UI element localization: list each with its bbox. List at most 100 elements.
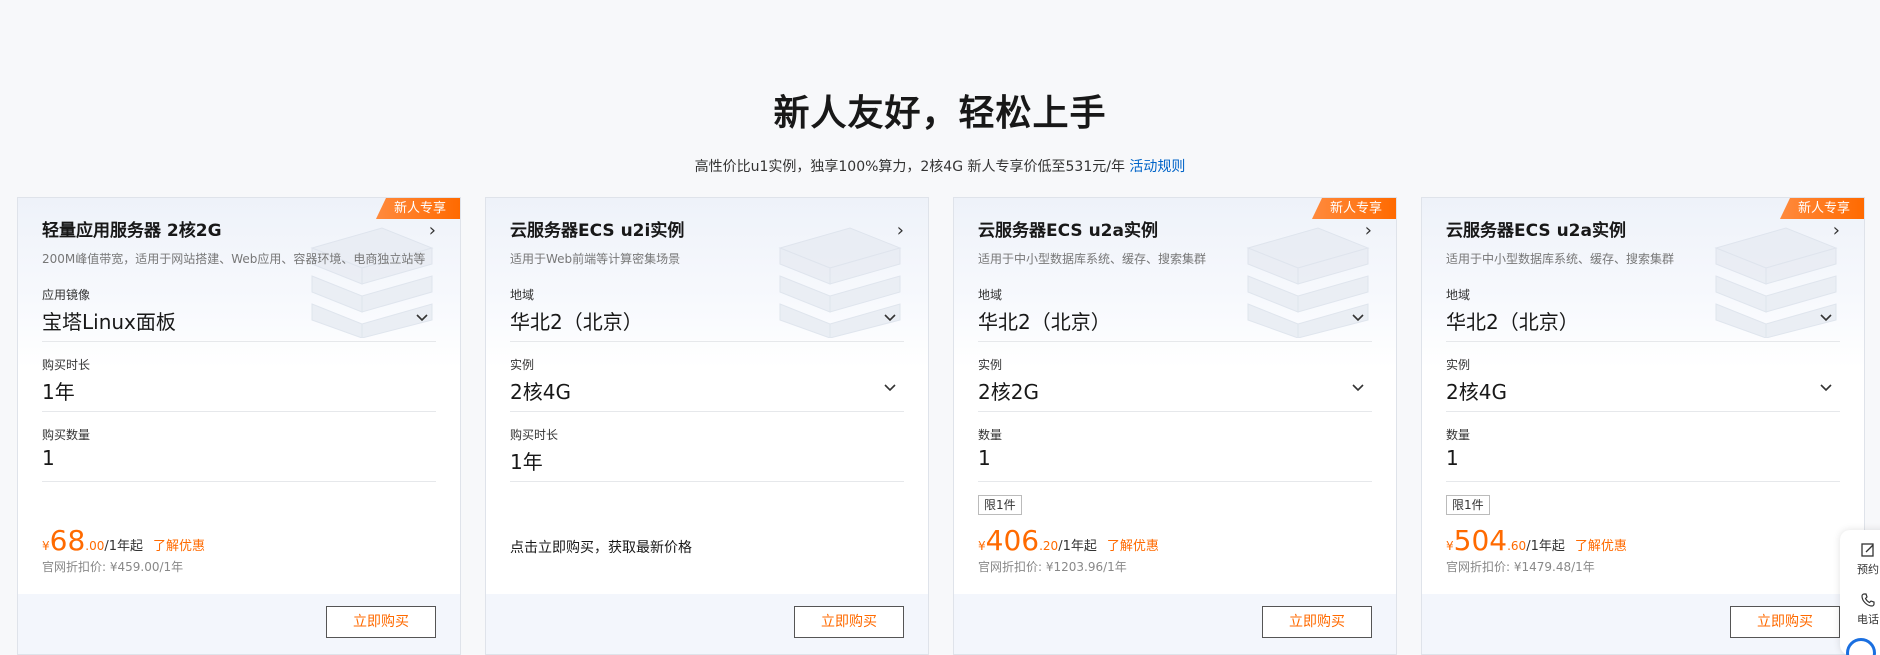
duration-field[interactable]: 购买时长 1年 bbox=[510, 426, 904, 482]
price-unit: /1年起 bbox=[104, 539, 144, 554]
region-select[interactable]: 地域 华北2（北京） bbox=[510, 286, 904, 342]
field-value: 宝塔Linux面板 bbox=[42, 310, 176, 334]
field-value: 1年 bbox=[42, 380, 75, 404]
side-contact-widget: 预约 电话 bbox=[1840, 530, 1880, 655]
instance-select[interactable]: 实例 2核4G bbox=[510, 356, 904, 412]
card-title: 轻量应用服务器 2核2G bbox=[42, 221, 222, 241]
page-subtitle: 高性价比u1实例，独享100%算力，2核4G 新人专享价低至531元/年 活动规… bbox=[0, 156, 1880, 176]
limit-tag: 限1件 bbox=[978, 495, 1022, 515]
chevron-down-icon bbox=[884, 314, 896, 322]
card-title-link[interactable]: 轻量应用服务器 2核2G › bbox=[42, 220, 436, 242]
price: ¥504.60/1年起 了解优惠 bbox=[1446, 524, 1627, 557]
price-currency: ¥ bbox=[42, 539, 50, 553]
price-integer: 68 bbox=[49, 524, 86, 557]
card-title-link[interactable]: 云服务器ECS u2a实例 › bbox=[1446, 220, 1840, 242]
new-user-badge: 新人专享 bbox=[1311, 198, 1396, 219]
price-decimal: .00 bbox=[85, 539, 105, 553]
subtitle-text: 高性价比u1实例，独享100%算力，2核4G 新人专享价低至531元/年 bbox=[694, 159, 1130, 175]
card-footer: 立即购买 bbox=[1422, 594, 1864, 654]
phone-button[interactable]: 电话 bbox=[1848, 592, 1880, 627]
field-label: 应用镜像 bbox=[42, 288, 91, 302]
original-price: 官网折扣价: ¥1479.48/1年 bbox=[1446, 560, 1595, 574]
buy-now-button[interactable]: 立即购买 bbox=[794, 606, 904, 638]
instance-select[interactable]: 实例 2核4G bbox=[1446, 356, 1840, 412]
chevron-down-icon bbox=[1820, 384, 1832, 392]
original-price: 官网折扣价: ¥459.00/1年 bbox=[42, 560, 184, 574]
field-value: 1 bbox=[978, 446, 991, 470]
field-label: 数量 bbox=[978, 428, 1003, 442]
activity-rules-link[interactable]: 活动规则 bbox=[1129, 159, 1185, 175]
field-value: 1年 bbox=[510, 450, 543, 474]
field-label: 实例 bbox=[1446, 358, 1471, 372]
card-description: 适用于中小型数据库系统、缓存、搜索集群 bbox=[1446, 252, 1675, 266]
price-decimal: .60 bbox=[1507, 539, 1527, 553]
reserve-label: 预约 bbox=[1857, 563, 1879, 576]
price-integer: 504 bbox=[1453, 524, 1508, 557]
quantity-field[interactable]: 数量 1 bbox=[1446, 426, 1840, 482]
region-select[interactable]: 地域 华北2（北京） bbox=[1446, 286, 1840, 342]
field-value: 1 bbox=[42, 446, 55, 470]
price-decimal: .20 bbox=[1039, 539, 1059, 553]
region-select[interactable]: 地域 华北2（北京） bbox=[978, 286, 1372, 342]
buy-now-button[interactable]: 立即购买 bbox=[1262, 606, 1372, 638]
field-label: 实例 bbox=[510, 358, 535, 372]
chevron-down-icon bbox=[1352, 384, 1364, 392]
chevron-right-icon: › bbox=[1364, 220, 1372, 241]
field-label: 实例 bbox=[978, 358, 1003, 372]
discount-info-link[interactable]: 了解优惠 bbox=[1575, 539, 1627, 554]
quantity-field[interactable]: 购买数量 1 bbox=[42, 426, 436, 482]
field-label: 地域 bbox=[978, 288, 1003, 302]
field-value: 华北2（北京） bbox=[1446, 310, 1579, 334]
price-unit: /1年起 bbox=[1058, 539, 1097, 554]
price: ¥406.20/1年起 了解优惠 bbox=[978, 524, 1159, 557]
duration-field[interactable]: 购买时长 1年 bbox=[42, 356, 436, 412]
card-footer: 立即购买 bbox=[18, 594, 460, 654]
quantity-field[interactable]: 数量 1 bbox=[978, 426, 1372, 482]
phone-label: 电话 bbox=[1857, 613, 1879, 626]
discount-info-link[interactable]: 了解优惠 bbox=[1107, 539, 1159, 554]
new-user-badge: 新人专享 bbox=[1779, 198, 1864, 219]
field-value: 2核2G bbox=[978, 380, 1039, 404]
buy-now-button[interactable]: 立即购买 bbox=[1730, 606, 1840, 638]
price-currency: ¥ bbox=[978, 539, 986, 553]
buy-now-button[interactable]: 立即购买 bbox=[326, 606, 436, 638]
instance-select[interactable]: 实例 2核2G bbox=[978, 356, 1372, 412]
new-user-badge: 新人专享 bbox=[375, 198, 460, 219]
chevron-down-icon bbox=[884, 384, 896, 392]
card-title: 云服务器ECS u2a实例 bbox=[978, 221, 1158, 241]
card-description: 200M峰值带宽，适用于网站搭建、Web应用、容器环境、电商独立站等 bbox=[42, 252, 426, 266]
card-title-link[interactable]: 云服务器ECS u2a实例 › bbox=[978, 220, 1372, 242]
field-value: 2核4G bbox=[510, 380, 571, 404]
field-value: 华北2（北京） bbox=[510, 310, 643, 334]
original-price: 官网折扣价: ¥1203.96/1年 bbox=[978, 560, 1127, 574]
price: ¥68.00/1年起 了解优惠 bbox=[42, 524, 205, 557]
card-footer: 立即购买 bbox=[486, 594, 928, 654]
field-label: 购买时长 bbox=[510, 428, 559, 442]
chevron-down-icon bbox=[416, 314, 428, 322]
field-value: 华北2（北京） bbox=[978, 310, 1111, 334]
card-title: 云服务器ECS u2i实例 bbox=[510, 221, 685, 241]
field-value: 1 bbox=[1446, 446, 1459, 470]
chevron-down-icon bbox=[1820, 314, 1832, 322]
chevron-right-icon: › bbox=[428, 220, 436, 241]
card-title-link[interactable]: 云服务器ECS u2i实例 › bbox=[510, 220, 904, 242]
phone-icon bbox=[1861, 593, 1875, 607]
image-select[interactable]: 应用镜像 宝塔Linux面板 bbox=[42, 286, 436, 342]
field-label: 购买时长 bbox=[42, 358, 91, 372]
card-footer: 立即购买 bbox=[954, 594, 1396, 654]
edit-icon bbox=[1861, 543, 1874, 557]
product-card-2: 云服务器ECS u2i实例 › 适用于Web前端等计算密集场景 地域 华北2（北… bbox=[485, 197, 929, 655]
field-label: 地域 bbox=[510, 288, 535, 302]
field-label: 购买数量 bbox=[42, 428, 91, 442]
price-notice: 点击立即购买，获取最新价格 bbox=[510, 540, 692, 556]
card-description: 适用于中小型数据库系统、缓存、搜索集群 bbox=[978, 252, 1207, 266]
field-value: 2核4G bbox=[1446, 380, 1507, 404]
field-label: 数量 bbox=[1446, 428, 1471, 442]
chevron-down-icon bbox=[1352, 314, 1364, 322]
reserve-button[interactable]: 预约 bbox=[1848, 542, 1880, 577]
product-card-3: 新人专享 云服务器ECS u2a实例 › 适用于中小型数据库系统、缓存、搜索集群… bbox=[953, 197, 1397, 655]
limit-tag: 限1件 bbox=[1446, 495, 1490, 515]
discount-info-link[interactable]: 了解优惠 bbox=[153, 539, 205, 554]
price-integer: 406 bbox=[985, 524, 1040, 557]
card-description: 适用于Web前端等计算密集场景 bbox=[510, 252, 681, 266]
